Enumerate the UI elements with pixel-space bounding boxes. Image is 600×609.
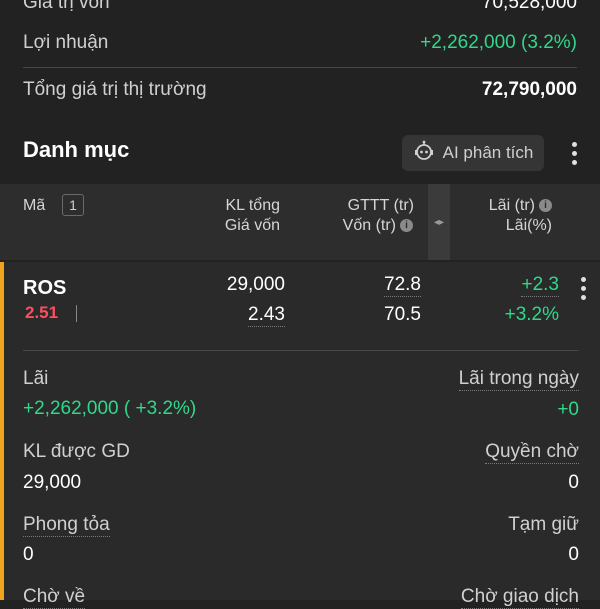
more-vertical-icon[interactable] <box>580 277 586 300</box>
tradable-qty-label: KL được GD <box>23 441 130 462</box>
cost-value: 70,528,000 <box>481 0 577 13</box>
pnl-pct-cell: +3.2% <box>504 304 559 325</box>
blocked-label[interactable]: Phong tỏa <box>23 514 110 537</box>
ai-analysis-label: AI phân tích <box>442 143 534 162</box>
col-pnl-label: Lãi (tr) <box>488 197 535 214</box>
market-value-label: Tổng giá trị thị trường <box>23 79 207 100</box>
market-value: 72,790,000 <box>481 79 577 100</box>
profit-label: Lợi nhuận <box>23 32 109 53</box>
market-value-cell: 72.8 <box>384 274 421 297</box>
summary-cost-row: Giá trị vốn 70,528,000 <box>23 0 577 14</box>
col-pnl-header[interactable]: Lãi (tr) i <box>489 195 552 217</box>
portfolio-title: Danh mục <box>23 137 130 162</box>
blocked-value: 0 <box>23 544 34 565</box>
intraday-profit-label[interactable]: Lãi trong ngày <box>458 368 579 391</box>
held-value: 0 <box>568 544 579 565</box>
incoming-label[interactable]: Chờ về <box>23 586 86 609</box>
cost-label: Giá trị vốn <box>23 0 110 13</box>
qty-value: 29,000 <box>226 274 285 295</box>
col-qty-header[interactable]: KL tổng <box>225 195 280 217</box>
col-code-header[interactable]: Mã <box>23 195 45 217</box>
pending-trade-label[interactable]: Chờ giao dịch <box>460 586 579 609</box>
profit-value: +2,262,000 (3.2%) <box>420 32 577 53</box>
profit-detail-label: Lãi <box>23 368 49 389</box>
info-icon[interactable]: i <box>539 199 552 213</box>
summary-profit-row: Lợi nhuận +2,262,000 (3.2%) <box>23 32 577 54</box>
col-cost-label: Vốn (tr) <box>342 217 396 234</box>
tradable-qty-value: 29,000 <box>23 472 82 493</box>
pnl-cell: +2.3 <box>521 274 559 297</box>
more-vertical-icon[interactable] <box>571 142 577 165</box>
intraday-profit-value: +0 <box>557 399 579 420</box>
resize-horizontal-icon[interactable]: ◂▸ <box>428 184 450 260</box>
summary-divider <box>23 67 577 68</box>
col-cost-header[interactable]: Vốn (tr) i <box>343 215 413 237</box>
cost-price-value: 2.43 <box>248 304 285 327</box>
held-label: Tạm giữ <box>508 514 579 535</box>
col-market-value-header[interactable]: GTTT (tr) <box>348 195 414 217</box>
pending-rights-value: 0 <box>568 472 579 493</box>
cost-cell: 70.5 <box>384 304 421 325</box>
card-divider <box>23 350 579 351</box>
info-icon[interactable]: i <box>400 219 413 233</box>
sort-badge[interactable]: 1 <box>62 194 84 216</box>
selected-accent-bar <box>0 262 4 600</box>
profit-detail-value: +2,262,000 ( +3.2%) <box>23 398 197 419</box>
current-price: 2.51 <box>25 303 59 322</box>
ai-analysis-button[interactable]: AI phân tích <box>402 135 544 171</box>
robot-icon <box>413 140 435 167</box>
pending-rights-label[interactable]: Quyền chờ <box>485 441 579 464</box>
col-pnl-pct-header[interactable]: Lãi(%) <box>506 215 552 237</box>
summary-market-row: Tổng giá trị thị trường 72,790,000 <box>23 79 577 101</box>
price-bar <box>76 305 77 322</box>
ticker-symbol[interactable]: ROS <box>23 277 66 300</box>
col-cost-price-header[interactable]: Giá vốn <box>225 215 280 237</box>
